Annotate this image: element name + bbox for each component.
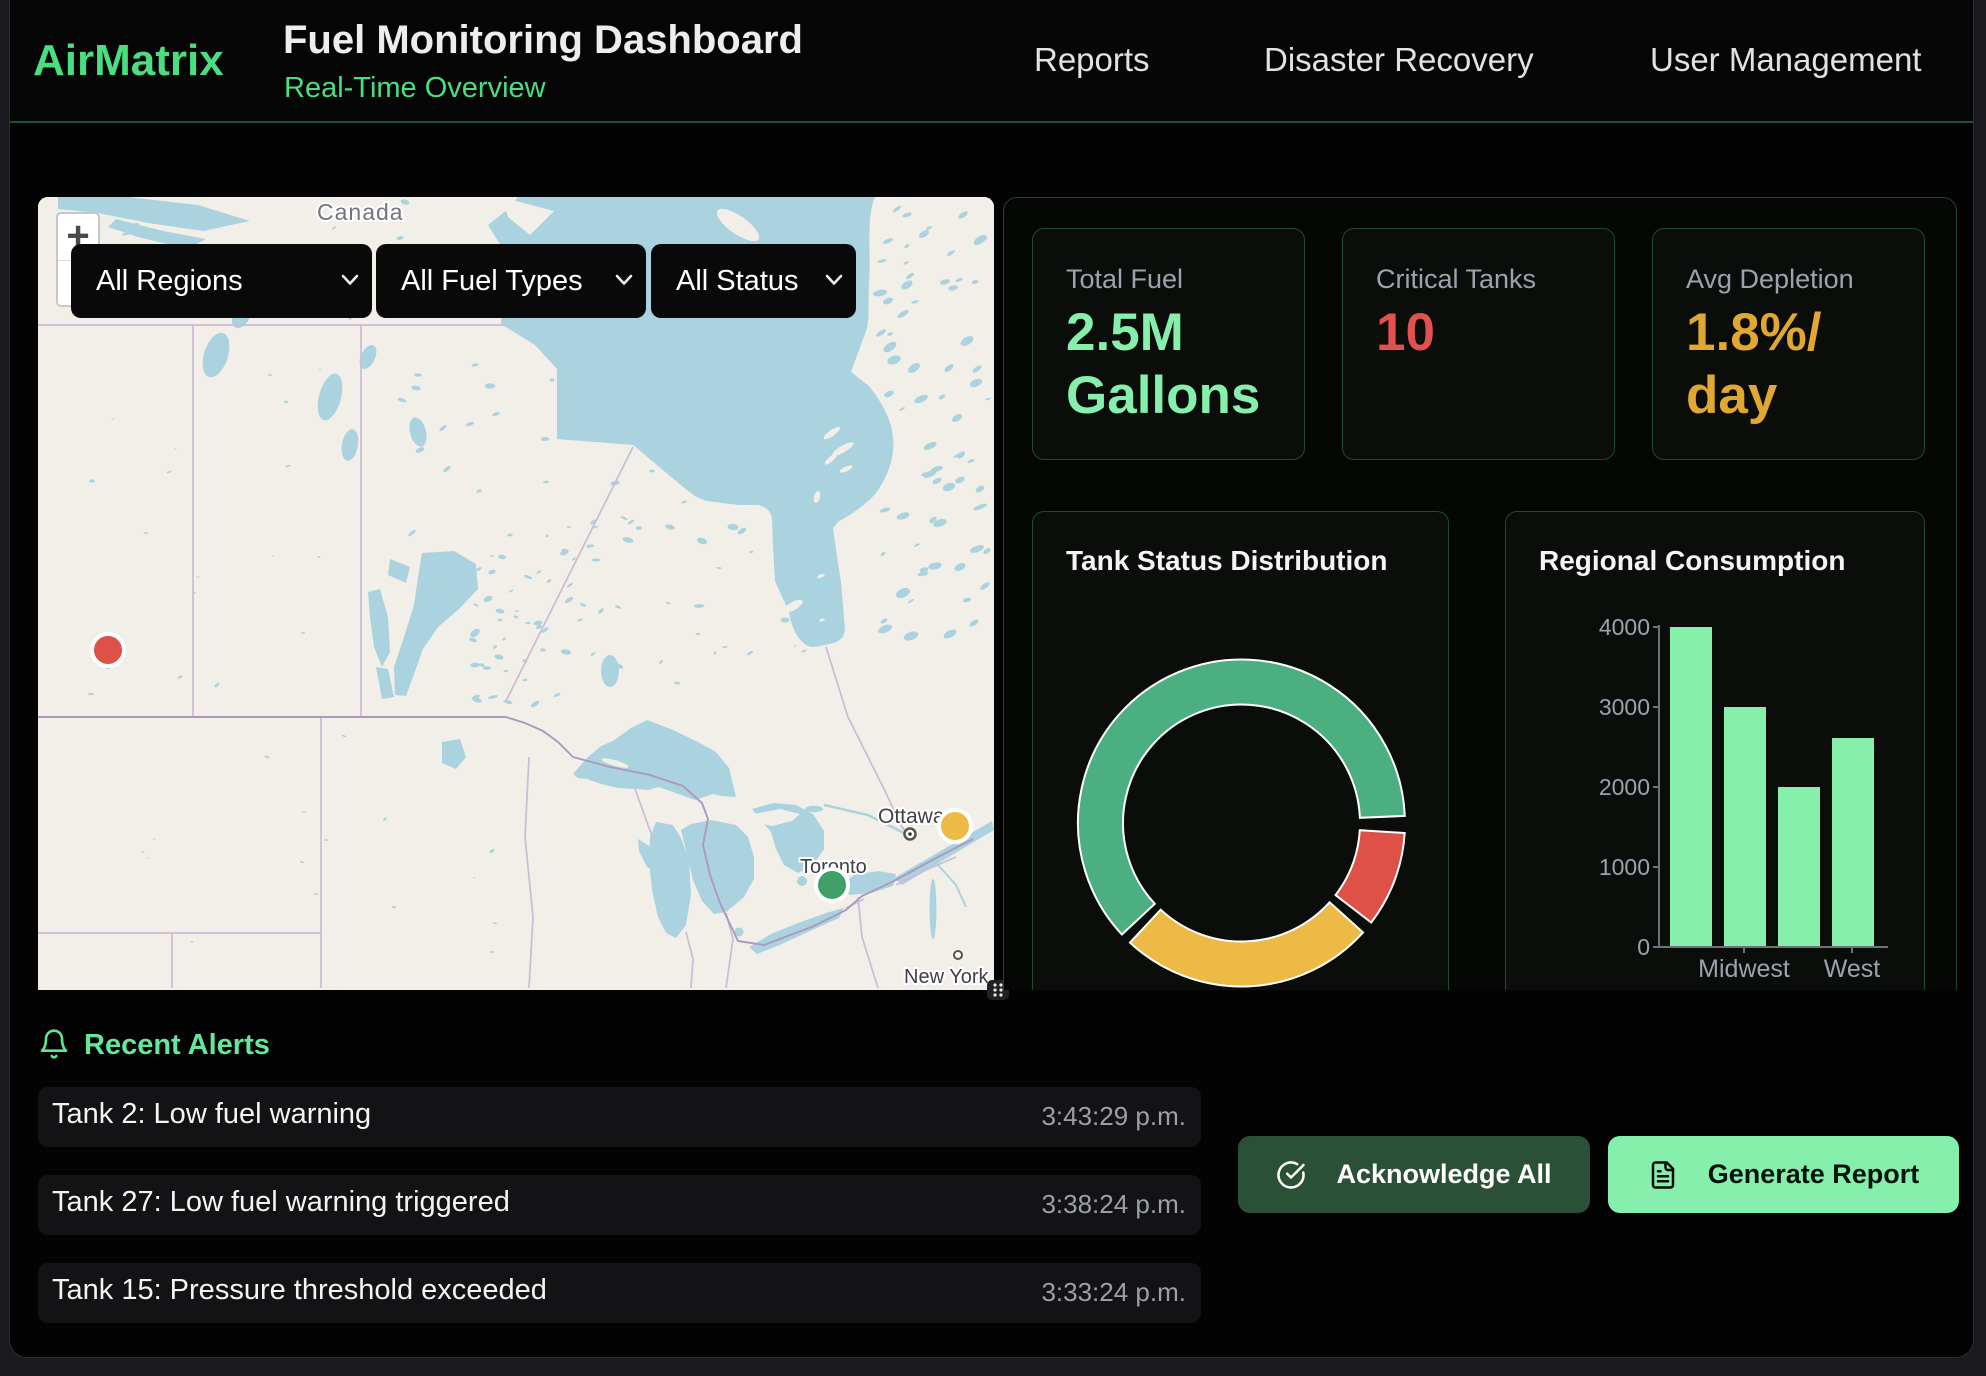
svg-text:West: West [1824, 955, 1881, 983]
svg-text:2000: 2000 [1599, 774, 1650, 800]
svg-text:New York: New York [904, 966, 989, 988]
svg-text:Canada: Canada [317, 199, 404, 225]
svg-text:1000: 1000 [1599, 854, 1650, 880]
svg-text:Midwest: Midwest [1698, 955, 1790, 983]
svg-text:Ottawa: Ottawa [878, 805, 945, 828]
svg-text:3000: 3000 [1599, 694, 1650, 720]
svg-text:0: 0 [1637, 934, 1650, 960]
svg-text:4000: 4000 [1599, 614, 1650, 640]
